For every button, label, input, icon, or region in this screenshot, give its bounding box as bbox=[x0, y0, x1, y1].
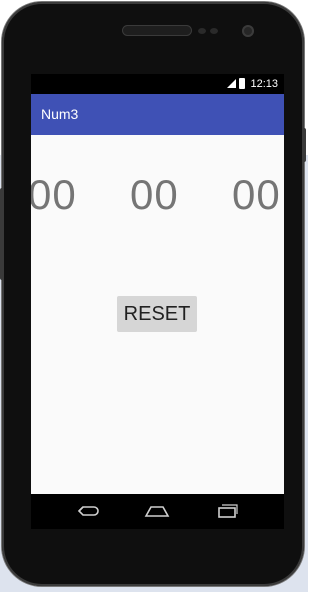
back-button[interactable] bbox=[74, 502, 102, 522]
app-title: Num3 bbox=[41, 106, 79, 122]
navigation-bar bbox=[31, 494, 284, 529]
volume-button bbox=[0, 188, 4, 280]
power-button bbox=[302, 128, 306, 162]
status-bar: 12:13 bbox=[31, 74, 284, 94]
earpiece-speaker bbox=[122, 25, 192, 36]
counter-left: 00 bbox=[31, 171, 77, 218]
reset-button[interactable]: RESET bbox=[117, 296, 197, 332]
signal-icon bbox=[227, 79, 236, 88]
recents-icon bbox=[218, 504, 238, 518]
light-sensor bbox=[210, 28, 218, 34]
recents-button[interactable] bbox=[213, 502, 241, 522]
phone-frame: 12:13 Num3 00 00 00 RESET bbox=[0, 2, 306, 586]
home-icon bbox=[144, 506, 170, 517]
app-bar: Num3 bbox=[31, 94, 284, 135]
front-camera bbox=[242, 25, 254, 37]
main-content: 00 00 00 RESET bbox=[31, 135, 284, 494]
counter-right: 00 bbox=[232, 171, 281, 218]
back-icon bbox=[77, 506, 99, 516]
proximity-sensor bbox=[198, 28, 206, 34]
counter-middle: 00 bbox=[130, 171, 179, 218]
device-screen: 12:13 Num3 00 00 00 RESET bbox=[31, 74, 284, 529]
battery-icon bbox=[239, 78, 245, 89]
status-time: 12:13 bbox=[250, 78, 278, 90]
home-button[interactable] bbox=[143, 502, 171, 522]
